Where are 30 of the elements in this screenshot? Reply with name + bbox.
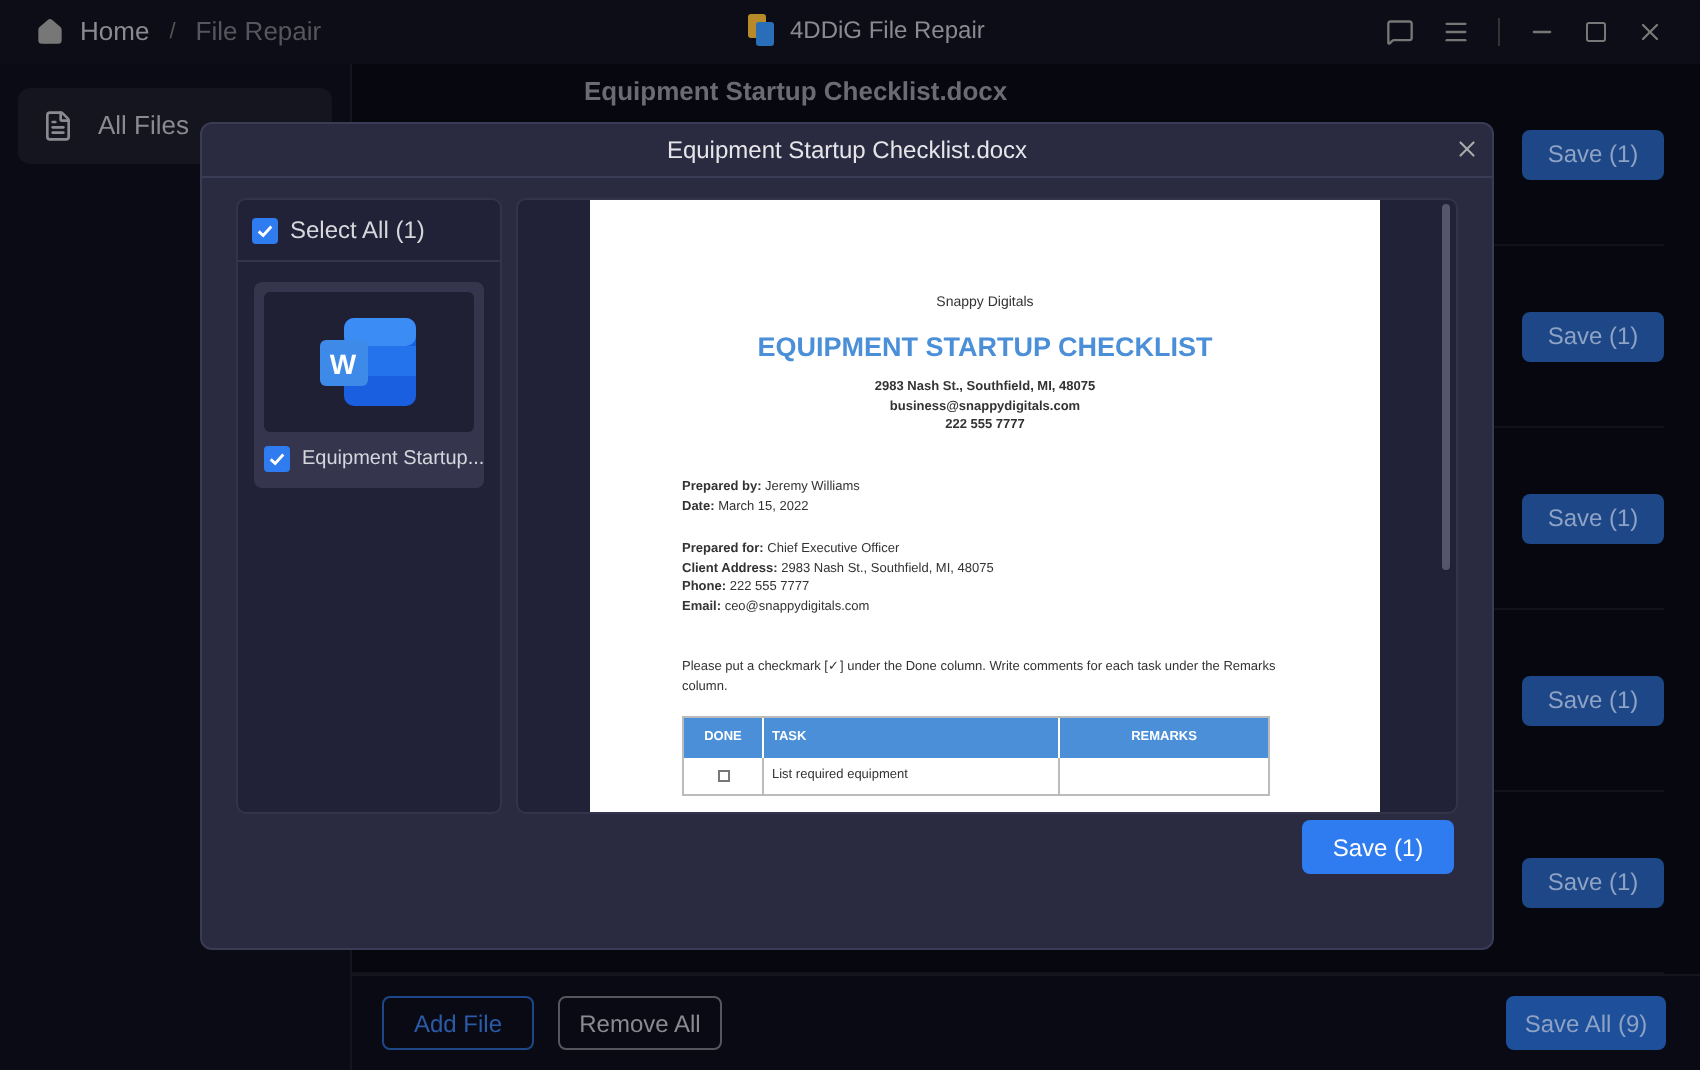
save-button[interactable]: Save (1) xyxy=(1522,129,1664,179)
select-all-label[interactable]: Select All (1) xyxy=(290,212,425,248)
file-label: Equipment Startup... xyxy=(302,446,485,474)
breadcrumb-link[interactable]: File Repair xyxy=(195,12,322,52)
save-button[interactable]: Save (1) xyxy=(1522,493,1664,543)
feedback-icon[interactable] xyxy=(1386,18,1414,46)
maximize-icon[interactable] xyxy=(1584,20,1608,44)
app-logo-icon xyxy=(748,14,776,46)
file-name: Equipment Startup Checklist.docx xyxy=(584,76,1008,106)
close-icon[interactable] xyxy=(1636,18,1664,46)
save-button[interactable]: Save (1) xyxy=(1302,820,1454,874)
add-file-button[interactable]: Add File xyxy=(382,996,534,1050)
home-icon xyxy=(36,18,64,46)
file-checkbox[interactable] xyxy=(264,446,290,472)
breadcrumb-link[interactable]: Home xyxy=(80,12,150,52)
save-button[interactable]: Save (1) xyxy=(1522,857,1664,907)
menu-icon[interactable] xyxy=(1442,18,1470,46)
save-button[interactable]: Save (1) xyxy=(1522,675,1664,725)
save-all-button[interactable]: Save All (9) xyxy=(1506,996,1666,1050)
file-card[interactable]: W Equipment Startup... xyxy=(254,282,484,488)
document-heading: EQUIPMENT STARTUP CHECKLIST xyxy=(757,331,1213,364)
save-button[interactable]: Save (1) xyxy=(1522,311,1664,361)
close-icon[interactable] xyxy=(1454,136,1480,162)
scrollbar-thumb[interactable] xyxy=(1442,204,1450,570)
app-title: 4DDiG File Repair xyxy=(790,14,985,48)
file-icon xyxy=(42,110,74,142)
breadcrumb-separator: / xyxy=(169,17,176,48)
select-all-checkbox[interactable] xyxy=(252,217,278,243)
remove-all-button[interactable]: Remove All xyxy=(558,996,722,1050)
dialog-title: Equipment Startup Checklist.docx xyxy=(666,134,1028,168)
